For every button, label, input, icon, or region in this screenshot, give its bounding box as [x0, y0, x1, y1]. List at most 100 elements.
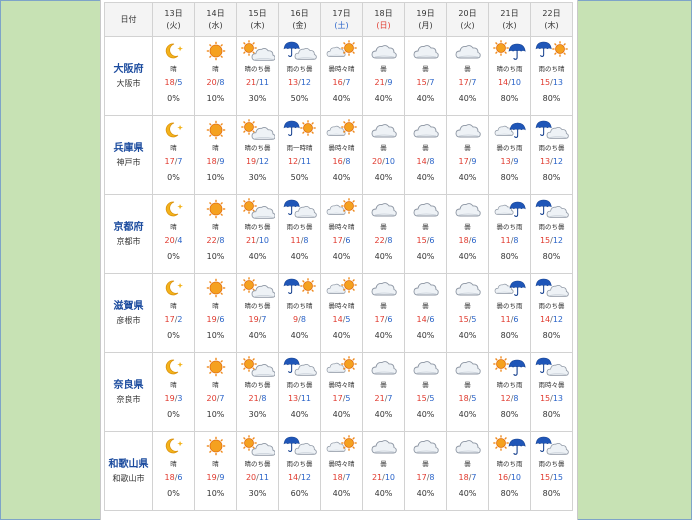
precip-probability: 40%	[458, 489, 477, 498]
prefecture-link[interactable]: 大阪府	[105, 64, 152, 76]
day-header: 20日 (火)	[446, 2, 489, 37]
precip-probability: 40%	[332, 489, 351, 498]
weather-text: 雨のち曇	[286, 65, 313, 73]
weather-text: 曇時々晴	[328, 144, 355, 152]
temperature: 16/7	[321, 77, 362, 88]
low-temp: 11	[258, 78, 270, 87]
prefecture-link[interactable]: 京都府	[105, 222, 152, 234]
city-name: 奈良市	[116, 394, 141, 404]
temperature: 20/7	[195, 393, 236, 404]
low-temp: 11	[300, 157, 312, 166]
low-temp: 8	[513, 394, 519, 403]
precip-probability: 40%	[332, 94, 351, 103]
forecast-cell: 晴のち曇 19/12 30%	[236, 115, 279, 195]
moon-icon	[153, 198, 194, 220]
forecast-cell: 晴のち曇 21/10 40%	[236, 194, 279, 274]
high-temp: 18	[458, 236, 469, 245]
temperature: 18/5	[153, 77, 194, 88]
precip-probability: 80%	[542, 489, 561, 498]
sun-rain-icon	[489, 356, 530, 378]
temperature: 19/3	[153, 393, 194, 404]
high-temp: 12	[287, 157, 299, 166]
high-temp: 14	[497, 78, 509, 87]
prefecture-link[interactable]: 奈良県	[105, 380, 152, 392]
low-temp: 7	[345, 473, 351, 482]
rain-cloud-icon	[279, 435, 320, 457]
weather-text: 雨のち曇	[286, 223, 313, 231]
weekday-label: (水)	[208, 20, 223, 30]
precip-probability: 40%	[416, 331, 435, 340]
forecast-cell: 晴 17/2 0%	[152, 273, 195, 353]
low-temp: 8	[387, 236, 393, 245]
prefecture-link[interactable]: 和歌山県	[105, 459, 152, 471]
forecast-panel: 日付 13日 (火) 14日 (水) 15日 (木) 16日 (金) 17日 (土) 18…	[100, 0, 578, 520]
forecast-cell: 晴 19/9 10%	[194, 431, 237, 511]
weather-text: 晴のち雨	[496, 460, 523, 468]
precip-probability: 10%	[206, 94, 225, 103]
moon-icon	[153, 435, 194, 457]
prefecture-link[interactable]: 滋賀県	[105, 301, 152, 313]
high-temp: 18	[458, 473, 469, 482]
high-temp: 17	[458, 157, 469, 166]
high-temp: 19	[245, 157, 257, 166]
weather-text: 晴のち曇	[244, 381, 271, 389]
temperature: 22/8	[363, 235, 404, 246]
temperature: 17/7	[447, 77, 488, 88]
cloud-icon	[405, 435, 446, 457]
precip-probability: 40%	[416, 94, 435, 103]
precip-probability: 80%	[542, 173, 561, 182]
high-temp: 18	[164, 473, 175, 482]
cloud-icon	[405, 356, 446, 378]
cloud-icon	[447, 198, 488, 220]
high-temp: 18	[458, 394, 469, 403]
forecast-cell: 曇のち雨 13/9 80%	[488, 115, 531, 195]
precip-probability: 30%	[248, 173, 267, 182]
low-temp: 9	[471, 157, 477, 166]
weekday-label-saturday: (土)	[334, 20, 349, 30]
precip-probability: 40%	[290, 252, 309, 261]
temperature: 11/6	[489, 314, 530, 325]
weather-text: 晴	[170, 65, 177, 73]
forecast-cell: 曇 21/10 40%	[362, 431, 405, 511]
precip-probability: 80%	[500, 173, 519, 182]
temperature: 20/4	[153, 235, 194, 246]
forecast-row: 大阪府 大阪市 晴 18/5 0% 晴 20/8 10% 晴のち曇 21/11 30% 雨のち曇…	[104, 36, 573, 116]
high-temp: 15	[416, 78, 427, 87]
prefecture-link[interactable]: 兵庫県	[105, 143, 152, 155]
high-temp: 14	[416, 315, 427, 324]
forecast-cell: 雨のち曇 14/12 60%	[278, 431, 321, 511]
low-temp: 6	[471, 236, 477, 245]
high-temp: 12	[500, 394, 511, 403]
forecast-cell: 晴 20/4 0%	[152, 194, 195, 274]
low-temp: 12	[300, 473, 312, 482]
weather-text: 晴	[170, 302, 177, 310]
forecast-cell: 雨時々曇 15/13 80%	[530, 352, 573, 432]
low-temp: 13	[552, 78, 564, 87]
forecast-cell: 晴 18/9 10%	[194, 115, 237, 195]
forecast-cell: 曇 15/5 40%	[446, 273, 489, 353]
weather-text: 雨のち曇	[538, 302, 565, 310]
precip-probability: 40%	[290, 331, 309, 340]
forecast-cell: 曇 22/8 40%	[362, 194, 405, 274]
forecast-cell: 曇 15/7 40%	[404, 36, 447, 116]
temperature: 15/5	[405, 393, 446, 404]
precip-probability: 60%	[290, 489, 309, 498]
precip-probability: 0%	[167, 331, 180, 340]
precip-probability: 40%	[374, 252, 393, 261]
location-cell: 和歌山県 和歌山市	[104, 431, 153, 511]
precip-probability: 40%	[332, 173, 351, 182]
precip-probability: 30%	[248, 94, 267, 103]
high-temp: 22	[206, 236, 217, 245]
high-temp: 17	[164, 315, 175, 324]
temperature: 13/11	[279, 393, 320, 404]
high-temp: 21	[374, 394, 385, 403]
weekday-label-sunday: (日)	[376, 20, 391, 30]
forecast-cell: 曇時々晴 17/6 40%	[320, 194, 363, 274]
precip-probability: 40%	[416, 410, 435, 419]
weather-text: 晴のち曇	[244, 460, 271, 468]
temperature: 21/7	[363, 393, 404, 404]
weather-text: 雨のち曇	[538, 460, 565, 468]
weather-text: 曇	[464, 460, 471, 468]
temperature: 16/8	[321, 156, 362, 167]
weather-text: 曇時々晴	[328, 302, 355, 310]
